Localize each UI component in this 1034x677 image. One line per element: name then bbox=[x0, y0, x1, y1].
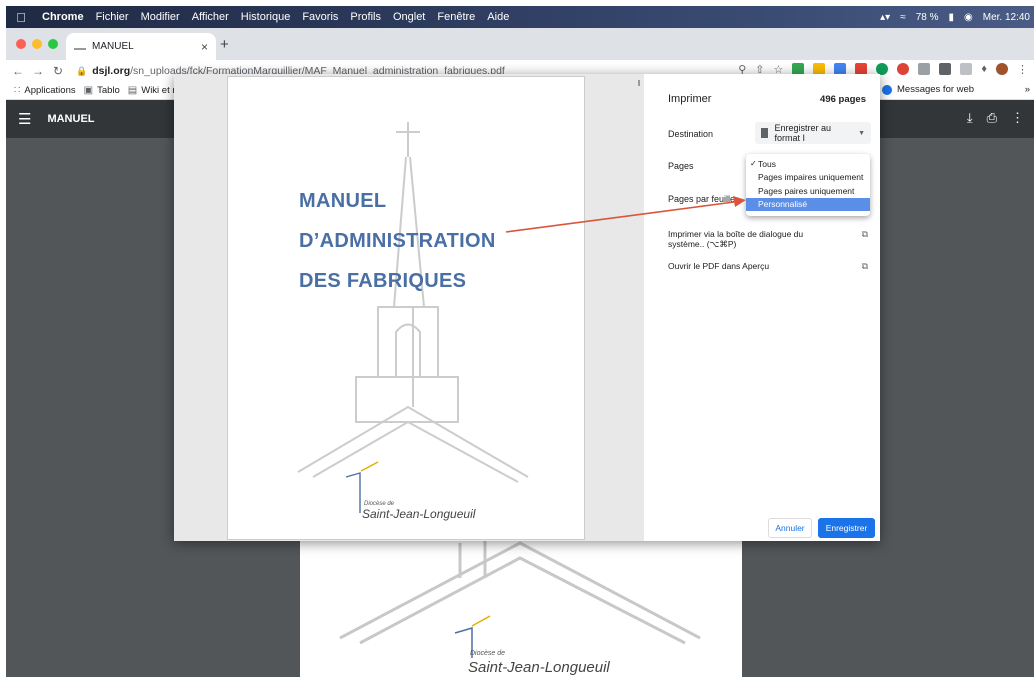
pages-option-even[interactable]: Pages paires uniquement bbox=[746, 184, 870, 198]
extension-icon[interactable] bbox=[918, 63, 931, 75]
extension-icon[interactable] bbox=[960, 63, 973, 75]
system-dialog-text: Imprimer via la boîte de dialogue du sys… bbox=[668, 229, 804, 249]
print-settings-panel: Imprimer 496 pages Destination Enregistr… bbox=[638, 74, 880, 541]
destination-value: Enregistrer au format I bbox=[774, 123, 831, 143]
print-heading: Imprimer bbox=[668, 93, 712, 105]
tab-title: MANUEL bbox=[92, 41, 134, 52]
open-external-icon: ⧉ bbox=[861, 261, 868, 271]
signal-icon[interactable]: ▴▾ bbox=[880, 12, 890, 23]
pdf-favicon-icon bbox=[74, 43, 86, 50]
menu-modifier[interactable]: Modifier bbox=[135, 11, 186, 23]
menu-afficher[interactable]: Afficher bbox=[186, 11, 235, 23]
messages-icon bbox=[882, 84, 892, 95]
menu-aide[interactable]: Aide bbox=[481, 11, 515, 23]
option-label: Personnalisé bbox=[758, 199, 808, 210]
more-vertical-icon[interactable]: ⋮ bbox=[1011, 110, 1024, 126]
open-preview-link[interactable]: Ouvrir le PDF dans Aperçu ⧉ bbox=[668, 261, 868, 271]
more-menu-icon[interactable]: ⋮ bbox=[1017, 63, 1028, 76]
pages-option-custom[interactable]: Personnalisé bbox=[746, 197, 870, 211]
clock[interactable]: Mer. 12:40 bbox=[983, 12, 1030, 23]
logo-name: Saint-Jean-Longueuil bbox=[362, 507, 476, 521]
system-dialog-link[interactable]: Imprimer via la boîte de dialogue du sys… bbox=[668, 229, 868, 249]
forward-icon[interactable]: → bbox=[30, 64, 46, 78]
logo-name: Saint-Jean-Longueuil bbox=[468, 659, 610, 676]
bookmark-label: Messages for web bbox=[897, 84, 975, 95]
pages-dropdown[interactable]: ✓ Tous Pages impaires uniquement Pages p… bbox=[746, 154, 870, 216]
screen:  Chrome Fichier Modifier Afficher Histo… bbox=[6, 6, 1034, 677]
open-preview-text: Ouvrir le PDF dans Aperçu bbox=[668, 261, 770, 271]
mac-menubar:  Chrome Fichier Modifier Afficher Histo… bbox=[6, 6, 1034, 28]
print-icon[interactable]: ⎙ bbox=[987, 110, 997, 126]
wifi-icon[interactable]: ≈ bbox=[900, 12, 906, 23]
pages-label: Pages bbox=[668, 161, 694, 171]
document-title-line3: DES FABRIQUES bbox=[299, 270, 467, 292]
page-count: 496 pages bbox=[820, 94, 866, 105]
battery-label[interactable]: 78 % bbox=[916, 12, 939, 23]
document-title-line2: D’ADMINISTRATION bbox=[299, 230, 496, 252]
menu-fichier[interactable]: Fichier bbox=[90, 11, 135, 23]
bookmark-label: Applications bbox=[24, 85, 76, 96]
minimize-window-button[interactable] bbox=[32, 39, 42, 49]
battery-icon[interactable]: ▮ bbox=[948, 12, 954, 23]
option-label: Tous bbox=[758, 158, 776, 169]
zoom-window-button[interactable] bbox=[48, 39, 58, 49]
pdf-actions: ⤓ ⎙ ⋮ bbox=[967, 110, 1024, 126]
print-dialog: MANUEL D’ADMINISTRATION DES FABRIQUES Di… bbox=[174, 74, 880, 541]
destination-select[interactable]: Enregistrer au format I ▼ bbox=[755, 122, 871, 144]
document-title-line1: MANUEL bbox=[299, 190, 387, 212]
save-button[interactable]: Enregistrer bbox=[818, 518, 875, 538]
bookmark-messages[interactable]: Messages for web bbox=[882, 84, 974, 95]
folder-icon: ▤ bbox=[127, 85, 138, 96]
option-label: Pages paires uniquement bbox=[758, 185, 855, 196]
menu-app-name[interactable]: Chrome bbox=[36, 11, 90, 23]
close-window-button[interactable] bbox=[16, 39, 26, 49]
bookmark-label: Tablo bbox=[97, 85, 120, 96]
pages-option-all[interactable]: ✓ Tous bbox=[746, 157, 870, 171]
hamburger-menu-icon[interactable]: ☰ bbox=[18, 110, 31, 128]
document-icon bbox=[761, 128, 769, 138]
lock-icon[interactable]: 🔒 bbox=[76, 66, 87, 77]
destination-label: Destination bbox=[668, 129, 714, 139]
bookmark-tablo[interactable]: ▣ Tablo bbox=[84, 85, 120, 96]
church-drawing bbox=[297, 122, 529, 513]
scrollbar[interactable] bbox=[638, 80, 640, 86]
apps-grid-icon: ∷ bbox=[14, 85, 21, 96]
profile-avatar[interactable] bbox=[996, 63, 1008, 75]
menu-profils[interactable]: Profils bbox=[344, 11, 387, 23]
chevron-down-icon: ▼ bbox=[858, 129, 865, 137]
open-external-icon: ⧉ bbox=[861, 229, 868, 239]
control-center-icon[interactable]: ◉ bbox=[964, 12, 973, 23]
cancel-button[interactable]: Annuler bbox=[768, 518, 812, 538]
new-tab-button[interactable]: + bbox=[220, 36, 229, 53]
page-icon: ▣ bbox=[83, 85, 94, 96]
status-area: ▴▾ ≈ 78 % ▮ ◉ Mer. 12:40 bbox=[880, 6, 1030, 28]
extension-icon[interactable] bbox=[897, 63, 910, 75]
pages-per-sheet-label: Pages par feuille bbox=[668, 194, 736, 204]
menu-favoris[interactable]: Favoris bbox=[296, 11, 344, 23]
extension-icon[interactable] bbox=[939, 63, 952, 75]
back-icon[interactable]: ← bbox=[10, 64, 26, 78]
tab-manuel[interactable]: MANUEL × bbox=[66, 33, 216, 60]
apple-icon[interactable]:  bbox=[6, 10, 36, 25]
pages-option-odd[interactable]: Pages impaires uniquement bbox=[746, 171, 870, 185]
checkmark-icon: ✓ bbox=[750, 159, 757, 169]
url-host: dsjl.org bbox=[92, 65, 131, 77]
menu-historique[interactable]: Historique bbox=[235, 11, 297, 23]
pdf-title: MANUEL bbox=[47, 113, 95, 125]
option-label: Pages impaires uniquement bbox=[758, 172, 864, 183]
extensions-puzzle-icon[interactable]: ♦ bbox=[981, 63, 987, 76]
window-controls bbox=[16, 39, 58, 49]
menu-fenetre[interactable]: Fenêtre bbox=[431, 11, 481, 23]
tab-strip: MANUEL × + bbox=[6, 28, 1034, 60]
close-tab-icon[interactable]: × bbox=[201, 40, 208, 54]
print-preview-page: MANUEL D’ADMINISTRATION DES FABRIQUES Di… bbox=[227, 76, 585, 540]
bookmark-applications[interactable]: ∷ Applications bbox=[14, 85, 76, 96]
reload-icon[interactable]: ↻ bbox=[50, 64, 66, 78]
menu-onglet[interactable]: Onglet bbox=[387, 11, 431, 23]
bookmarks-overflow[interactable]: » bbox=[1025, 84, 1030, 95]
download-icon[interactable]: ⤓ bbox=[967, 110, 973, 126]
logo-caption: Diocèse de bbox=[470, 650, 506, 657]
